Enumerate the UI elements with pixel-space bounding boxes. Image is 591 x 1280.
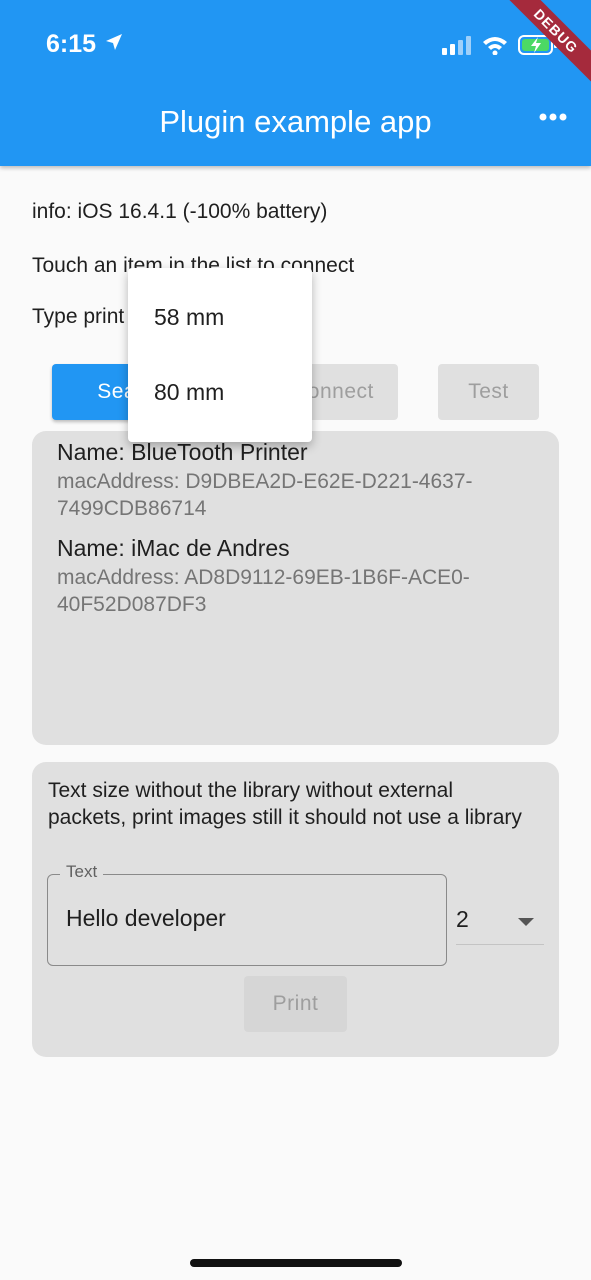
page-title: Plugin example app bbox=[159, 104, 432, 139]
text-size-dropdown[interactable]: 2 bbox=[456, 892, 544, 945]
wifi-icon bbox=[482, 35, 508, 60]
text-field-value: Hello developer bbox=[66, 905, 226, 931]
text-size-value: 2 bbox=[456, 906, 469, 932]
device-list: Name: BlueTooth Printer macAddress: D9DB… bbox=[32, 431, 559, 745]
menu-item-80mm[interactable]: 80 mm bbox=[154, 379, 224, 406]
system-info-text: info: iOS 16.4.1 (-100% battery) bbox=[32, 200, 328, 223]
print-description: Text size without the library without ex… bbox=[48, 779, 522, 829]
location-arrow-icon bbox=[104, 30, 124, 59]
paper-size-menu: 58 mm 80 mm bbox=[128, 268, 312, 442]
device-name: Name: iMac de Andres bbox=[57, 535, 290, 561]
print-button[interactable]: Print bbox=[244, 976, 347, 1032]
device-mac: macAddress: D9DBEA2D-E62E-D221-4637-7499… bbox=[57, 470, 473, 520]
status-time: 6:15 bbox=[46, 30, 124, 59]
print-panel: Text size without the library without ex… bbox=[32, 762, 559, 1057]
type-print-label: Type print bbox=[32, 305, 125, 328]
text-field-label: Text bbox=[60, 862, 104, 882]
app-bar: 6:15 Plugin example app DEBUG bbox=[0, 0, 591, 166]
text-input-field[interactable]: Text Hello developer bbox=[47, 862, 447, 966]
device-name: Name: BlueTooth Printer bbox=[57, 439, 308, 465]
menu-item-58mm[interactable]: 58 mm bbox=[154, 304, 224, 331]
more-options-icon[interactable] bbox=[538, 110, 568, 128]
status-indicators bbox=[442, 34, 558, 61]
chevron-down-icon bbox=[518, 914, 534, 932]
signal-icon bbox=[442, 35, 472, 60]
home-indicator[interactable] bbox=[190, 1259, 402, 1267]
test-button[interactable]: Test bbox=[438, 364, 539, 420]
status-time-text: 6:15 bbox=[46, 30, 97, 58]
device-mac: macAddress: AD8D9112-69EB-1B6F-ACE0-40F5… bbox=[57, 566, 470, 616]
